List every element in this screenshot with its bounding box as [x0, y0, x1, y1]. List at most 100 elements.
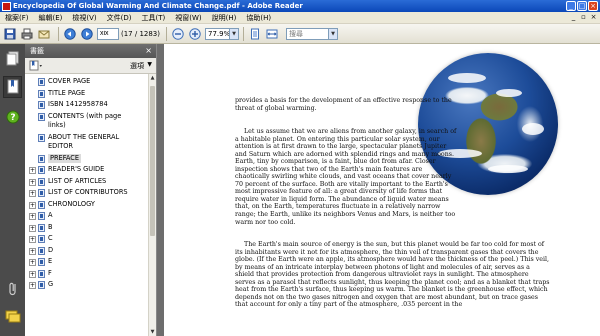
bookmark-label: PREFACE [48, 153, 82, 163]
menu-view[interactable]: 檢視(V) [67, 13, 101, 23]
bookmark-item[interactable]: + E [25, 257, 149, 269]
chevron-down-icon[interactable]: ▼ [229, 28, 238, 39]
save-icon[interactable] [3, 27, 17, 41]
menu-help[interactable]: 說明(H) [207, 13, 242, 23]
bookmark-label: B [48, 222, 53, 231]
scrollbar-thumb[interactable] [150, 86, 155, 236]
bookmark-icon [38, 101, 45, 109]
menu-file[interactable]: 檔案(F) [0, 13, 34, 23]
menu-tools[interactable]: 工具(T) [137, 13, 171, 23]
scroll-up-icon[interactable]: ▲ [149, 74, 156, 82]
bookmark-icon [38, 78, 45, 86]
bookmark-label: LIST OF CONTRIBUTORS [48, 188, 128, 196]
doc-restore-button[interactable]: ▫ [579, 13, 588, 22]
svg-text:?: ? [10, 113, 15, 123]
attachments-icon[interactable] [3, 278, 22, 300]
bookmark-item[interactable]: + LIST OF ARTICLES [25, 177, 149, 189]
bookmark-options-label[interactable]: 選項 [130, 61, 144, 71]
panel-splitter[interactable] [157, 44, 164, 336]
bookmark-icon [38, 177, 45, 186]
bookmarks-panel: 書籤 × 選項 ▼ COVER PAGE TITLE PAGE ISBN 141… [25, 44, 157, 336]
doc-close-button[interactable]: × [589, 13, 598, 22]
expand-icon[interactable]: + [29, 167, 36, 174]
doc-minimize-button[interactable]: _ [569, 13, 578, 22]
bookmark-item[interactable]: TITLE PAGE [25, 89, 149, 101]
chevron-down-icon[interactable]: ▼ [147, 61, 152, 68]
email-icon[interactable] [37, 27, 51, 41]
zoom-in-icon[interactable] [188, 27, 202, 41]
expand-icon[interactable]: + [29, 236, 36, 243]
bookmark-icon [38, 133, 45, 142]
bookmarks-list: COVER PAGE TITLE PAGE ISBN 1412958784 CO… [25, 74, 149, 336]
title-bar: Encyclopedia Of Global Warming And Clima… [0, 0, 600, 12]
document-view[interactable]: provides a basis for the development of … [157, 44, 600, 336]
bookmark-item[interactable]: + G [25, 280, 149, 292]
menu-bar: 檔案(F) 編輯(E) 檢視(V) 文件(D) 工具(T) 視窗(W) 說明(H… [0, 12, 600, 24]
fit-page-icon[interactable] [248, 27, 262, 41]
minimize-button[interactable]: _ [566, 1, 576, 11]
bookmark-item[interactable]: ISBN 1412958784 [25, 100, 149, 112]
bookmarks-panel-header: 書籤 × [25, 44, 156, 58]
fit-width-icon[interactable] [265, 27, 279, 41]
bookmark-item[interactable]: CONTENTS (with page links) [25, 112, 149, 133]
bookmark-menu-icon[interactable] [29, 56, 43, 75]
zoom-value: 77.9% [208, 29, 231, 38]
page-number-input[interactable] [97, 27, 119, 40]
zoom-select[interactable]: 77.9% ▼ [205, 27, 239, 40]
previous-page-icon[interactable] [63, 27, 77, 41]
window-title: Encyclopedia Of Global Warming And Clima… [13, 2, 303, 10]
bookmarks-panel-icon[interactable] [3, 76, 22, 98]
bookmark-icon [38, 281, 45, 289]
bookmark-item[interactable]: COVER PAGE [25, 77, 149, 89]
bookmark-icon [38, 269, 45, 278]
chevron-down-icon[interactable]: ▼ [328, 28, 337, 39]
bookmark-icon [38, 89, 45, 98]
expand-icon[interactable]: + [29, 190, 36, 197]
search-field[interactable]: 搜尋 ▼ [286, 27, 338, 40]
bookmark-item[interactable]: + A [25, 211, 149, 223]
bookmark-item[interactable]: + READER'S GUIDE [25, 165, 149, 177]
menu-edit[interactable]: 編輯(E) [34, 13, 68, 23]
menu-document[interactable]: 文件(D) [102, 13, 137, 23]
bookmark-item[interactable]: + F [25, 269, 149, 281]
print-icon[interactable] [20, 27, 34, 41]
bookmark-label: CHRONOLOGY [48, 199, 95, 208]
zoom-out-icon[interactable] [171, 27, 185, 41]
expand-icon[interactable]: + [29, 201, 36, 209]
next-page-icon[interactable] [80, 27, 94, 41]
bookmark-item[interactable]: + LIST OF CONTRIBUTORS [25, 188, 149, 200]
bookmark-item[interactable]: ABOUT THE GENERAL EDITOR [25, 133, 149, 154]
bookmark-label: TITLE PAGE [48, 88, 86, 97]
bookmark-label: ABOUT THE GENERAL EDITOR [48, 132, 120, 150]
expand-icon[interactable]: + [29, 224, 36, 232]
pages-panel-icon[interactable] [3, 48, 22, 70]
bookmarks-scrollbar[interactable]: ▲ ▼ [148, 74, 156, 336]
comments-icon[interactable] [3, 306, 22, 328]
adobe-reader-app-icon[interactable] [2, 1, 11, 11]
help-icon[interactable]: ? [3, 106, 22, 128]
bookmark-icon [38, 166, 45, 174]
scroll-down-icon[interactable]: ▼ [149, 328, 156, 336]
expand-icon[interactable]: + [29, 247, 36, 255]
expand-icon[interactable]: + [29, 282, 36, 289]
expand-icon[interactable]: + [29, 259, 36, 266]
pdf-page: provides a basis for the development of … [164, 44, 600, 336]
bookmark-item[interactable]: + C [25, 234, 149, 246]
expand-icon[interactable]: + [29, 270, 36, 278]
search-placeholder: 搜尋 [289, 29, 303, 38]
close-panel-icon[interactable]: × [145, 46, 152, 55]
bookmark-item[interactable]: + D [25, 246, 149, 258]
bookmark-icon [38, 258, 45, 266]
expand-icon[interactable]: + [29, 178, 36, 186]
close-button[interactable]: × [588, 1, 598, 11]
menu-window[interactable]: 視窗(W) [170, 13, 206, 23]
maximize-button[interactable]: □ [577, 1, 587, 11]
document-window-controls: _ ▫ × [569, 13, 598, 22]
expand-icon[interactable]: + [29, 213, 36, 220]
bookmark-icon [38, 235, 45, 243]
bookmark-item[interactable]: + CHRONOLOGY [25, 200, 149, 212]
bookmark-item-selected[interactable]: PREFACE [25, 153, 149, 166]
navigation-pane-strip: ? [0, 44, 25, 336]
bookmark-item[interactable]: + B [25, 223, 149, 235]
menu-assist[interactable]: 協助(H) [241, 13, 276, 23]
